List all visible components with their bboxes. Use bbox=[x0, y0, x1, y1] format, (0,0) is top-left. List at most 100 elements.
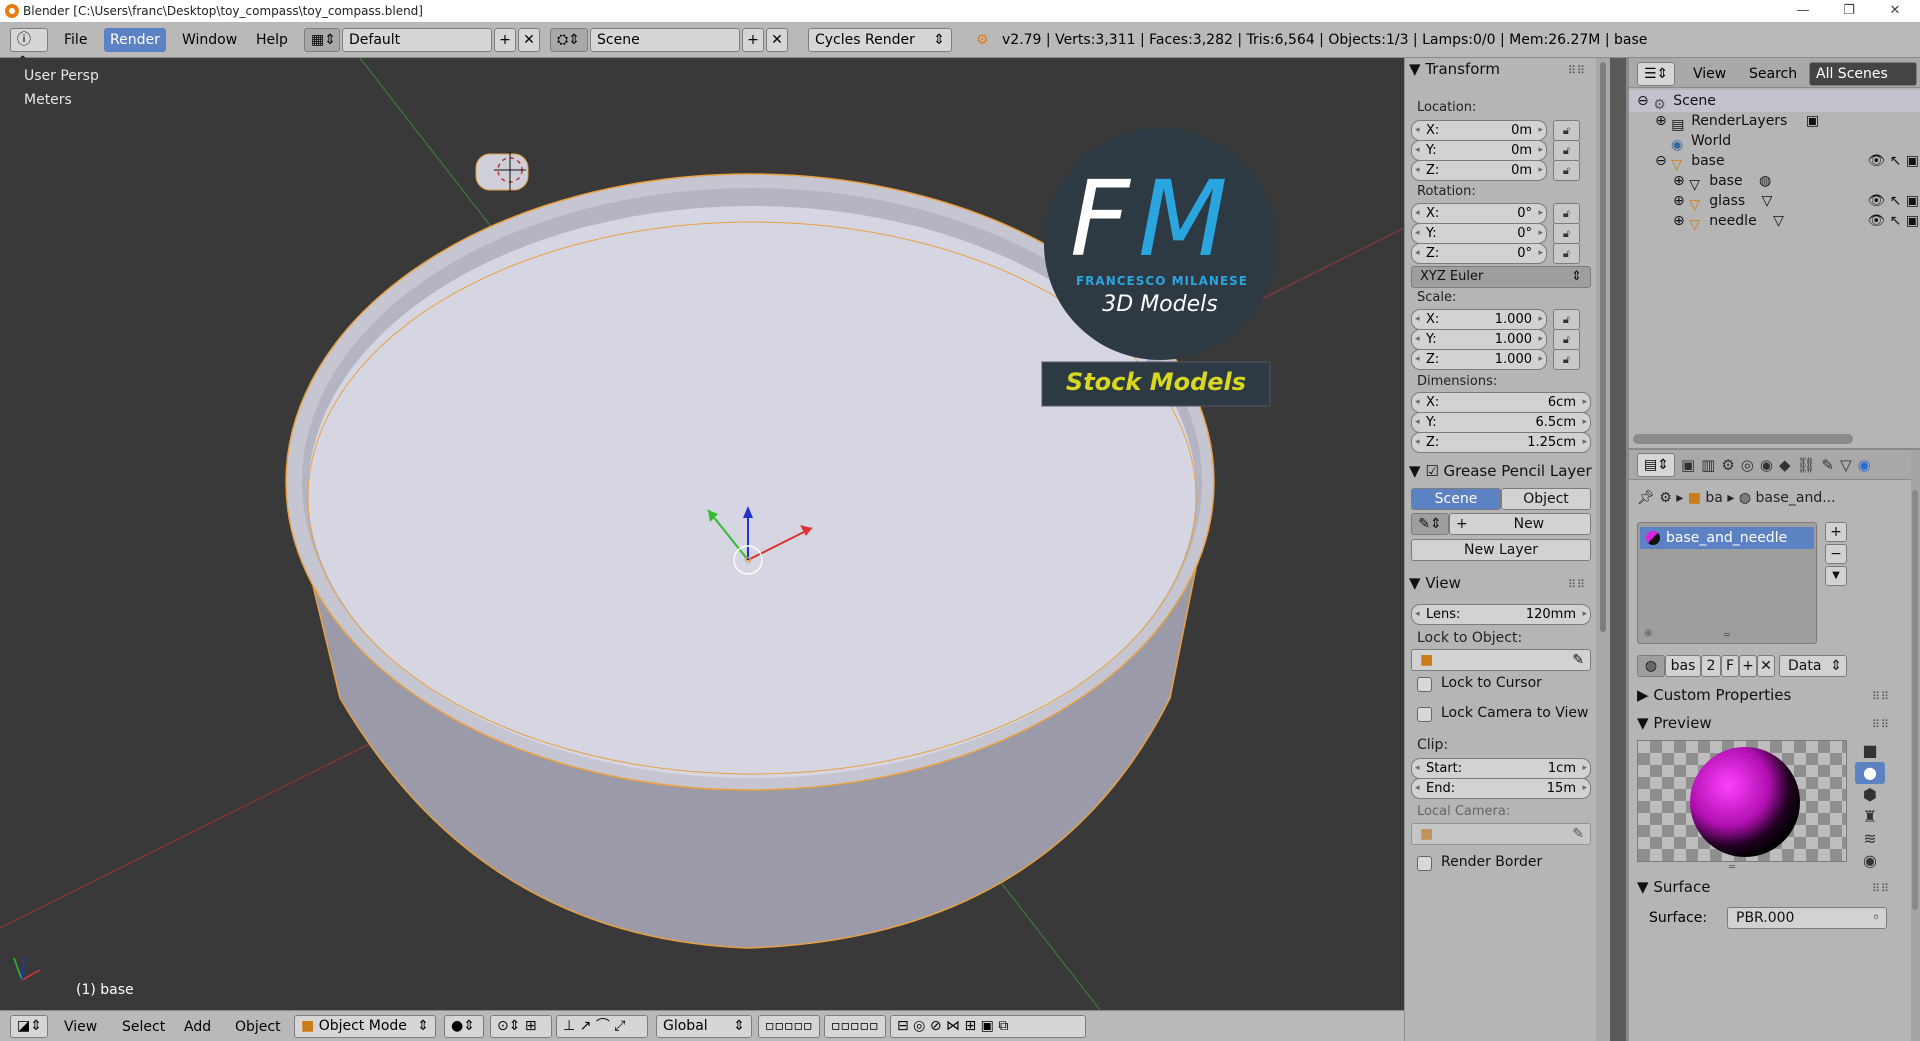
menu-add[interactable]: Add bbox=[184, 1016, 211, 1038]
lock-icon[interactable]: 🔓︎ bbox=[1553, 140, 1580, 161]
editor-type-properties-icon[interactable]: ▤⇕ bbox=[1637, 453, 1675, 477]
mode-select[interactable]: ■ Object Mode ⇕ bbox=[294, 1015, 436, 1038]
lens-field[interactable]: Lens: 120mm bbox=[1411, 604, 1591, 625]
viewport-shading-icon[interactable]: ●⇕ bbox=[444, 1015, 484, 1038]
lock-icon[interactable]: 🔓︎ bbox=[1553, 243, 1580, 264]
menu-object[interactable]: Object bbox=[235, 1016, 281, 1038]
clip-end-field[interactable]: End: 15m bbox=[1411, 778, 1591, 799]
lock-icon[interactable]: 🔓︎ bbox=[1553, 309, 1580, 330]
area-divider[interactable] bbox=[1610, 58, 1626, 1041]
editor-type-outliner-icon[interactable]: ☰⇕ bbox=[1637, 62, 1675, 86]
sphere-shape-icon[interactable]: ● bbox=[1855, 762, 1885, 784]
material-browse-icon[interactable]: ◍ bbox=[1637, 655, 1665, 677]
new-layer-button[interactable]: New Layer bbox=[1411, 539, 1591, 561]
menu-help[interactable]: Help bbox=[250, 28, 294, 52]
unlink-material-icon[interactable]: ✕ bbox=[1757, 655, 1775, 677]
render-border-checkbox[interactable] bbox=[1417, 856, 1432, 871]
material-link-select[interactable]: Data ⇕ bbox=[1779, 655, 1847, 677]
screen-layout-icon[interactable]: ▦⇕ bbox=[304, 28, 340, 52]
npanel-scrollbar[interactable] bbox=[1596, 58, 1610, 1041]
dimension-x-field[interactable]: X: 6cm bbox=[1411, 392, 1591, 413]
menu-select[interactable]: Select bbox=[122, 1016, 165, 1038]
rotation-y-field[interactable]: Y: 0° bbox=[1411, 223, 1547, 244]
expand-icon[interactable]: ⊕ bbox=[1673, 173, 1689, 189]
outliner-menu-view[interactable]: View bbox=[1687, 62, 1732, 86]
layers-grid-left[interactable]: ▫▫▫▫▫ bbox=[758, 1015, 820, 1038]
outliner-item-needle[interactable]: ⊕ ▽ needle ▽ 👁︎ ↖ ▣ bbox=[1673, 210, 1919, 233]
scene-field[interactable]: Scene bbox=[590, 28, 740, 52]
editor-type-3dview-icon[interactable]: ◪⇕ bbox=[10, 1015, 48, 1038]
rotation-z-field[interactable]: Z: 0° bbox=[1411, 243, 1547, 264]
custom-properties-header[interactable]: ▶ Custom Properties bbox=[1637, 686, 1791, 704]
lock-icon[interactable]: 🔓︎ bbox=[1553, 203, 1580, 224]
outliner-menu-search[interactable]: Search bbox=[1743, 62, 1803, 86]
render-engine-select[interactable]: Cycles Render ⇕ bbox=[808, 28, 952, 52]
material-slot-list[interactable]: base_and_needle ⊕ ═ bbox=[1637, 522, 1817, 644]
scene-icon[interactable]: ⛭⇕ bbox=[550, 28, 588, 52]
properties-context-tabs[interactable]: ▣▥⚙◎◉◆⛓✎▽◉ bbox=[1681, 456, 1877, 474]
lock-camera-checkbox[interactable] bbox=[1417, 707, 1432, 722]
transform-orientation-select[interactable]: Global ⇕ bbox=[656, 1015, 752, 1038]
eyedropper-icon[interactable]: ✎ bbox=[1572, 650, 1584, 670]
material-slot-item[interactable]: base_and_needle bbox=[1640, 527, 1814, 549]
eyedropper-icon[interactable]: ✎ bbox=[1572, 824, 1584, 844]
scale-x-field[interactable]: X: 1.000 bbox=[1411, 309, 1547, 330]
renderlayer-toggle-icon[interactable]: ▣ bbox=[1806, 113, 1819, 129]
location-y-field[interactable]: Y: 0m bbox=[1411, 140, 1547, 161]
outliner-scrollbar[interactable] bbox=[1633, 434, 1853, 444]
expand-icon[interactable]: ⊕ bbox=[1673, 193, 1689, 209]
preview-shape-icons[interactable]: ■ ● ⬢ ♜ ≋ ◉ bbox=[1853, 740, 1887, 872]
new-material-icon[interactable]: + bbox=[1739, 655, 1757, 677]
location-x-field[interactable]: X: 0m bbox=[1411, 120, 1547, 141]
add-screen-icon[interactable]: + bbox=[494, 28, 516, 52]
add-slot-button[interactable]: + bbox=[1825, 522, 1847, 542]
local-camera-field[interactable]: ■ ✎ bbox=[1411, 823, 1591, 845]
lock-icon[interactable]: 🔓︎ bbox=[1553, 223, 1580, 244]
menu-file[interactable]: File bbox=[58, 28, 93, 52]
lock-icon[interactable]: 🔓︎ bbox=[1553, 329, 1580, 350]
menu-view[interactable]: View bbox=[64, 1016, 97, 1038]
visibility-icons[interactable]: 👁︎ ↖ ▣ bbox=[1867, 150, 1919, 172]
outliner-filter-select[interactable]: All Scenes bbox=[1809, 62, 1917, 86]
preview-header[interactable]: ▼ Preview bbox=[1637, 714, 1712, 732]
fake-user-button[interactable]: F bbox=[1721, 655, 1739, 677]
lock-to-cursor-checkbox[interactable] bbox=[1417, 677, 1432, 692]
properties-scrollbar[interactable] bbox=[1911, 450, 1920, 1041]
tab-gp-object[interactable]: Object bbox=[1501, 488, 1591, 510]
scale-z-field[interactable]: Z: 1.000 bbox=[1411, 349, 1547, 370]
visibility-icons[interactable]: 👁︎ ↖ ▣ bbox=[1867, 190, 1919, 212]
pivot-point-icon[interactable]: ⊙⇕ ⊞ bbox=[490, 1015, 552, 1038]
scrollbar-thumb[interactable] bbox=[1600, 62, 1606, 632]
location-z-field[interactable]: Z: 0m bbox=[1411, 160, 1547, 181]
pin-icon[interactable]: 📌︎ bbox=[1637, 490, 1655, 506]
collapse-icon[interactable]: ⊖ bbox=[1655, 153, 1671, 169]
dimension-y-field[interactable]: Y: 6.5cm bbox=[1411, 412, 1591, 433]
outliner-item-glass[interactable]: ⊕ ▽ glass ▽ 👁︎ ↖ ▣ bbox=[1673, 190, 1919, 213]
surface-header[interactable]: ▼ Surface bbox=[1637, 878, 1710, 896]
outliner-item-renderlayers[interactable]: ⊕ ▤ RenderLayers ▣ bbox=[1655, 110, 1819, 133]
delete-screen-icon[interactable]: ✕ bbox=[518, 28, 540, 52]
dimension-z-field[interactable]: Z: 1.25cm bbox=[1411, 432, 1591, 453]
3d-viewport[interactable]: User Persp Meters (1) base F M FRANCESCO… bbox=[0, 58, 1404, 1010]
remove-slot-button[interactable]: − bbox=[1825, 544, 1847, 564]
material-name-field[interactable]: bas bbox=[1665, 655, 1701, 677]
material-users-count[interactable]: 2 bbox=[1701, 655, 1721, 677]
tab-gp-scene[interactable]: Scene bbox=[1411, 488, 1501, 510]
drag-handle-icon[interactable]: ⠿⠿ bbox=[1872, 718, 1890, 731]
checkbox-checked-icon[interactable]: ☑ bbox=[1425, 462, 1438, 480]
transform-panel-header[interactable]: ▼ Transform bbox=[1409, 58, 1500, 80]
maximize-button[interactable]: ❐ bbox=[1826, 0, 1872, 22]
viewport-tools-icons[interactable]: ⊟ ◎ ⊘ ⋈ ⊞ ▣ ⧉ bbox=[890, 1015, 1086, 1038]
new-gp-button[interactable]: + New bbox=[1449, 513, 1591, 535]
scale-y-field[interactable]: Y: 1.000 bbox=[1411, 329, 1547, 350]
lock-object-field[interactable]: ■ ✎ bbox=[1411, 649, 1591, 671]
visibility-icons[interactable]: 👁︎ ↖ ▣ bbox=[1867, 210, 1919, 232]
breadcrumb-material[interactable]: base_and... bbox=[1756, 490, 1836, 506]
scrollbar-thumb[interactable] bbox=[1912, 490, 1918, 910]
outliner-item-scene[interactable]: ⊖ ⚙ Scene bbox=[1637, 90, 1716, 113]
screen-layout-field[interactable]: Default bbox=[342, 28, 492, 52]
menu-window[interactable]: Window bbox=[176, 28, 243, 52]
lock-icon[interactable]: 🔓︎ bbox=[1553, 349, 1580, 370]
pencil-icon[interactable]: ✎⇕ bbox=[1411, 513, 1449, 535]
drag-handle-icon[interactable]: ⠿⠿ bbox=[1568, 64, 1586, 77]
